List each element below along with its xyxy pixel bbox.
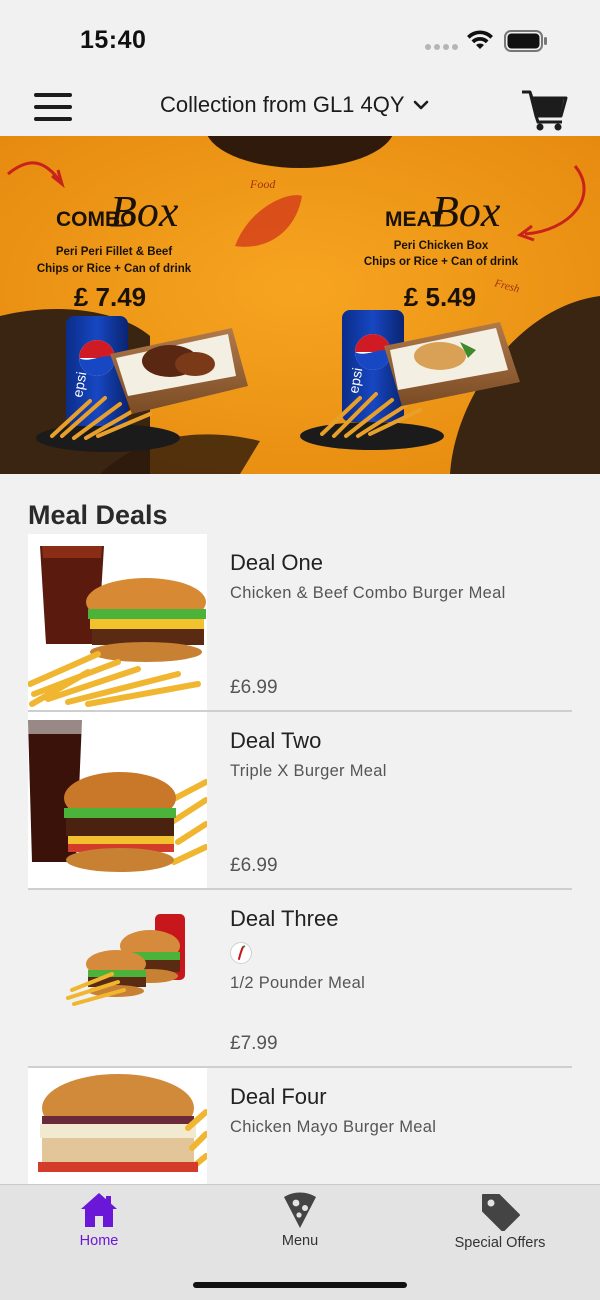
shopping-cart-icon[interactable] bbox=[520, 86, 568, 132]
deal-info: Deal One Chicken & Beef Combo Burger Mea… bbox=[207, 534, 572, 710]
status-time: 15:40 bbox=[80, 26, 147, 54]
deal-price: £7.99 bbox=[230, 1033, 278, 1054]
deal-name: Deal Four bbox=[230, 1084, 327, 1109]
banner-right-word2: Box bbox=[432, 187, 501, 236]
banner-left-word2: Box bbox=[110, 187, 179, 236]
deal-price: £6.99 bbox=[230, 855, 278, 876]
banner-left-line1: Peri Peri Fillet & Beef bbox=[56, 246, 172, 258]
hamburger-menu-icon[interactable] bbox=[34, 93, 74, 121]
chilli-icon bbox=[230, 942, 252, 964]
banner-right-line2: Chips or Rice + Can of drink bbox=[364, 256, 519, 268]
nav-home-label: Home bbox=[79, 1233, 119, 1249]
deal-info: Deal Three 1/2 Pounder Meal £7.99 bbox=[207, 890, 572, 1066]
home-icon bbox=[81, 1193, 117, 1227]
chevron-down-icon bbox=[413, 100, 428, 110]
top-app-bar: Collection from GL1 4QY bbox=[0, 76, 600, 136]
deal-image bbox=[28, 890, 207, 1066]
banner-right-price: £ 5.49 bbox=[404, 282, 476, 312]
battery-icon bbox=[504, 30, 547, 52]
collection-location-selector[interactable]: Collection from GL1 4QY bbox=[160, 92, 429, 118]
deal-info: Deal Two Triple X Burger Meal £6.99 bbox=[207, 712, 572, 888]
wifi-icon bbox=[467, 30, 493, 49]
status-bar: 15:40 bbox=[0, 0, 600, 76]
cellular-signal-icon bbox=[425, 44, 458, 50]
deal-item[interactable]: Deal Two Triple X Burger Meal £6.99 bbox=[28, 712, 572, 890]
promo-banner[interactable]: Food COMBO Box Peri Peri Fillet & Beef C… bbox=[0, 136, 600, 474]
deal-image bbox=[28, 534, 207, 710]
deal-list: Deal One Chicken & Beef Combo Burger Mea… bbox=[28, 534, 572, 1246]
deal-description: Triple X Burger Meal bbox=[230, 762, 387, 780]
banner-right-line1: Peri Chicken Box bbox=[394, 240, 489, 252]
banner-left-line2: Chips or Rice + Can of drink bbox=[37, 263, 192, 275]
banner-left-price: £ 7.49 bbox=[74, 282, 146, 312]
home-indicator[interactable] bbox=[193, 1282, 407, 1288]
banner-food-tag: Food bbox=[249, 177, 276, 191]
deal-description: 1/2 Pounder Meal bbox=[230, 974, 366, 992]
section-title: Meal Deals bbox=[28, 500, 168, 530]
deal-name: Deal Three bbox=[230, 906, 339, 931]
pizza-slice-icon bbox=[284, 1192, 316, 1228]
deal-item[interactable]: Deal Three 1/2 Pounder Meal £7.99 bbox=[28, 890, 572, 1068]
deal-name: Deal Two bbox=[230, 728, 322, 753]
location-label: Collection from GL1 4QY bbox=[160, 92, 405, 117]
nav-home-tab[interactable]: Home bbox=[29, 1191, 169, 1249]
nav-menu-tab[interactable]: Menu bbox=[230, 1191, 370, 1249]
nav-special-offers-label: Special Offers bbox=[454, 1235, 546, 1251]
nav-special-offers-tab[interactable]: Special Offers bbox=[430, 1191, 570, 1251]
deal-price: £6.99 bbox=[230, 677, 278, 698]
deal-description: Chicken & Beef Combo Burger Meal bbox=[230, 584, 506, 602]
nav-menu-label: Menu bbox=[281, 1233, 319, 1249]
deal-image bbox=[28, 712, 207, 888]
price-tag-icon bbox=[482, 1194, 520, 1231]
deal-description: Chicken Mayo Burger Meal bbox=[230, 1118, 437, 1136]
deal-name: Deal One bbox=[230, 550, 323, 575]
deal-item[interactable]: Deal One Chicken & Beef Combo Burger Mea… bbox=[28, 534, 572, 712]
